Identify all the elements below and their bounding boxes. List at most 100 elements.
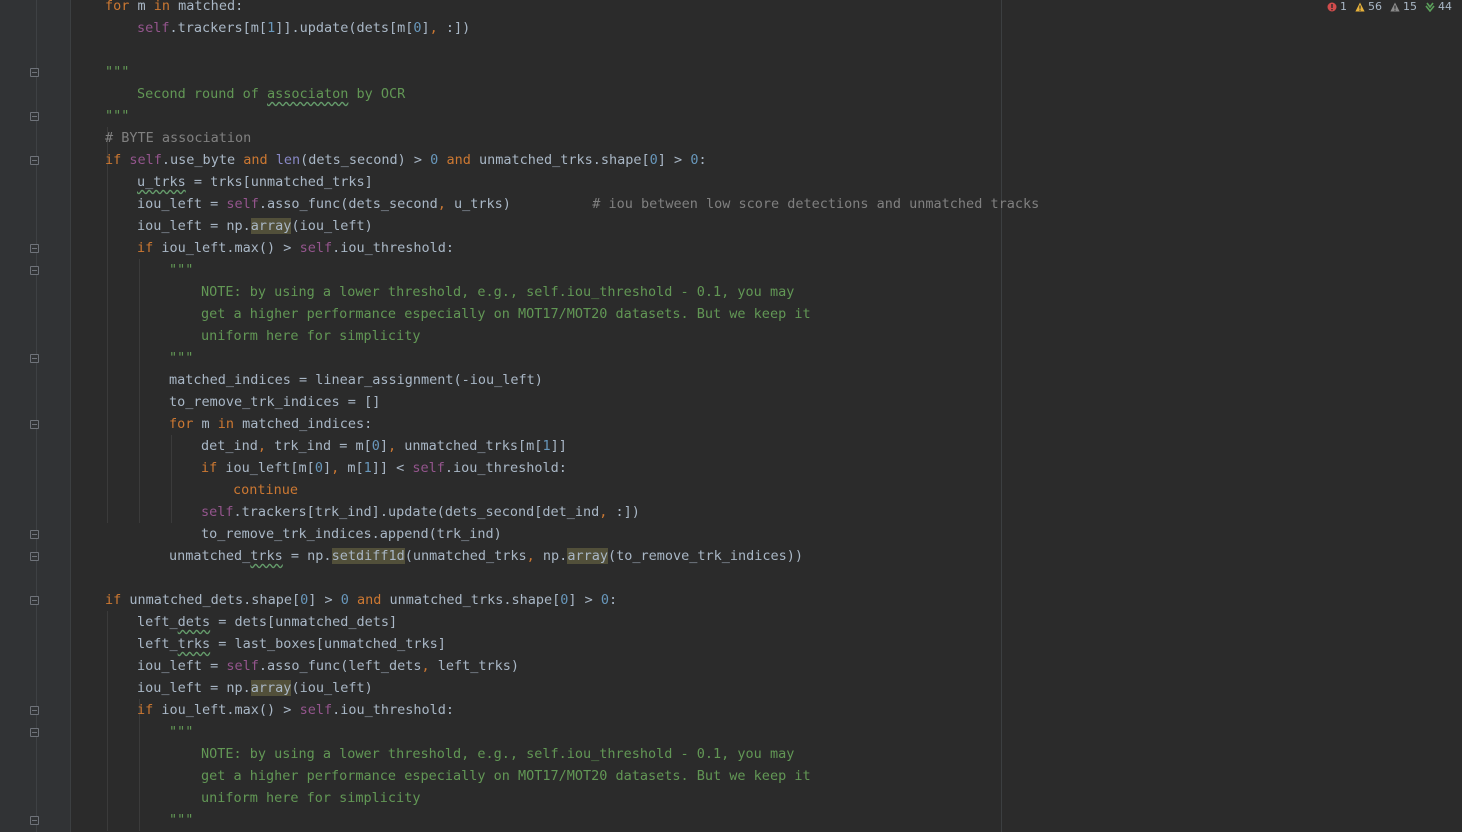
code-token: = dets[unmatched_dets] [210, 614, 398, 630]
code-token: ]].update(dets[m[ [275, 20, 414, 36]
code-token: NOTE: by using a lower threshold, e.g., … [201, 746, 795, 762]
code-line[interactable]: for m in matched: [105, 0, 243, 17]
code-token: :]) [607, 504, 640, 520]
code-token: if [201, 460, 218, 476]
error-count[interactable]: 1 [1327, 0, 1347, 14]
code-line[interactable]: if iou_left[m[0], m[1]] < self.iou_thres… [201, 457, 567, 479]
code-line[interactable]: for m in matched_indices: [169, 413, 372, 435]
code-line[interactable]: if iou_left.max() > self.iou_threshold: [137, 699, 454, 721]
fold-toggle-icon[interactable] [30, 420, 39, 429]
inspection-widget[interactable]: 1 56 15 44 [1327, 0, 1452, 14]
weak-warning-count-label: 15 [1403, 0, 1417, 13]
code-token: iou_left = [137, 658, 227, 674]
weak-warning-count[interactable]: 15 [1390, 0, 1417, 14]
editor-gutter[interactable] [0, 0, 71, 832]
code-token: : [609, 592, 618, 608]
code-token: # iou between low score detections and u… [592, 196, 1040, 212]
code-line[interactable]: get a higher performance especially on M… [201, 765, 811, 787]
code-token: m [129, 0, 154, 14]
code-line[interactable]: iou_left = np.array(iou_left) [137, 677, 373, 699]
warning-count[interactable]: 56 [1355, 0, 1382, 14]
code-line[interactable]: u_trks = trks[unmatched_trks] [137, 171, 373, 193]
code-token: self [299, 240, 333, 256]
typo-count[interactable]: 44 [1425, 0, 1452, 14]
code-token: .iou_threshold: [332, 702, 455, 718]
fold-toggle-icon[interactable] [30, 530, 39, 539]
code-token: matched_indices = linear_assignment(-iou… [169, 372, 543, 388]
code-token: to_remove_trk_indices.append(trk_ind) [201, 526, 502, 542]
code-line[interactable]: """ [169, 347, 193, 369]
code-token: .iou_threshold: [332, 240, 455, 256]
error-icon [1327, 2, 1337, 12]
code-line[interactable]: left_trks = last_boxes[unmatched_trks] [137, 633, 446, 655]
code-line[interactable]: # BYTE association [105, 127, 251, 149]
code-line[interactable]: if iou_left.max() > self.iou_threshold: [137, 237, 454, 259]
fold-toggle-icon[interactable] [30, 728, 39, 737]
code-token: if [105, 152, 122, 168]
code-token: ] > [568, 592, 601, 608]
code-line[interactable]: """ [169, 721, 193, 743]
code-line[interactable]: to_remove_trk_indices.append(trk_ind) [201, 523, 502, 545]
fold-toggle-icon[interactable] [30, 266, 39, 275]
code-line[interactable]: if self.use_byte and len(dets_second) > … [105, 149, 707, 171]
code-line[interactable]: self.trackers[trk_ind].update(dets_secon… [201, 501, 640, 523]
code-token: (iou_left) [291, 680, 373, 696]
fold-toggle-icon[interactable] [30, 552, 39, 561]
code-token: to_remove_trk_indices = [] [169, 394, 381, 410]
code-line[interactable]: Second round of associaton by OCR [137, 83, 405, 105]
indent-guide [139, 259, 140, 523]
code-token: associaton [267, 86, 349, 102]
code-token: """ [105, 108, 130, 124]
code-token: = np. [282, 548, 332, 564]
fold-toggle-icon[interactable] [30, 112, 39, 121]
code-line[interactable]: NOTE: by using a lower threshold, e.g., … [201, 281, 794, 303]
code-line[interactable]: continue [233, 479, 298, 501]
code-token: .trackers[trk_ind].update(dets_second[de… [233, 504, 600, 520]
warning-count-label: 56 [1368, 0, 1382, 13]
code-token: :]) [437, 20, 471, 36]
code-line[interactable]: uniform here for simplicity [201, 325, 420, 347]
code-line[interactable]: """ [105, 61, 129, 83]
code-token: , [388, 438, 397, 454]
code-token: u_trks) [445, 196, 593, 212]
fold-toggle-icon[interactable] [30, 596, 39, 605]
code-token: 1 [542, 438, 551, 454]
fold-toggle-icon[interactable] [30, 68, 39, 77]
code-line[interactable]: uniform here for simplicity [201, 787, 420, 809]
code-token: = trks[unmatched_trks] [185, 174, 373, 190]
code-line[interactable]: """ [105, 105, 129, 127]
code-line[interactable]: matched_indices = linear_assignment(-iou… [169, 369, 543, 391]
code-line[interactable]: NOTE: by using a lower threshold, e.g., … [201, 743, 794, 765]
code-token: 0 [600, 592, 610, 608]
fold-toggle-icon[interactable] [30, 244, 39, 253]
code-line[interactable]: """ [169, 259, 193, 281]
code-line[interactable]: left_dets = dets[unmatched_dets] [137, 611, 397, 633]
code-line[interactable]: det_ind, trk_ind = m[0], unmatched_trks[… [201, 435, 567, 457]
code-line[interactable]: to_remove_trk_indices = [] [169, 391, 380, 413]
code-token: array [250, 218, 292, 234]
fold-toggle-icon[interactable] [30, 354, 39, 363]
code-token: in [153, 0, 171, 14]
code-token: unmatched_trks[m[ [396, 438, 543, 454]
fold-toggle-icon[interactable] [30, 816, 39, 825]
code-editor[interactable]: for m in matched: self.trackers[m[1]].upd… [72, 0, 1462, 832]
code-token: trks [177, 636, 211, 652]
fold-toggle-icon[interactable] [30, 156, 39, 165]
code-line[interactable]: iou_left = self.asso_func(left_dets, lef… [137, 655, 519, 677]
code-line[interactable]: """ [169, 809, 193, 831]
typo-count-label: 44 [1438, 0, 1452, 13]
code-token: self [226, 196, 259, 212]
code-token: unmatched_dets.shape[ [121, 592, 301, 608]
code-token: 1 [267, 20, 276, 36]
code-line[interactable]: iou_left = np.array(iou_left) [137, 215, 373, 237]
code-token: (dets_second) > [300, 152, 431, 168]
code-token: and [243, 152, 268, 168]
code-line[interactable]: iou_left = self.asso_func(dets_second, u… [137, 193, 1039, 215]
code-line[interactable]: unmatched_trks = np.setdiff1d(unmatched_… [169, 545, 803, 567]
code-line[interactable]: if unmatched_dets.shape[0] > 0 and unmat… [105, 589, 617, 611]
code-line[interactable]: self.trackers[m[1]].update(dets[m[0], :]… [137, 17, 470, 39]
code-token: # BYTE association [105, 130, 252, 146]
fold-toggle-icon[interactable] [30, 706, 39, 715]
code-token: Second round of [137, 86, 268, 102]
code-line[interactable]: get a higher performance especially on M… [201, 303, 811, 325]
